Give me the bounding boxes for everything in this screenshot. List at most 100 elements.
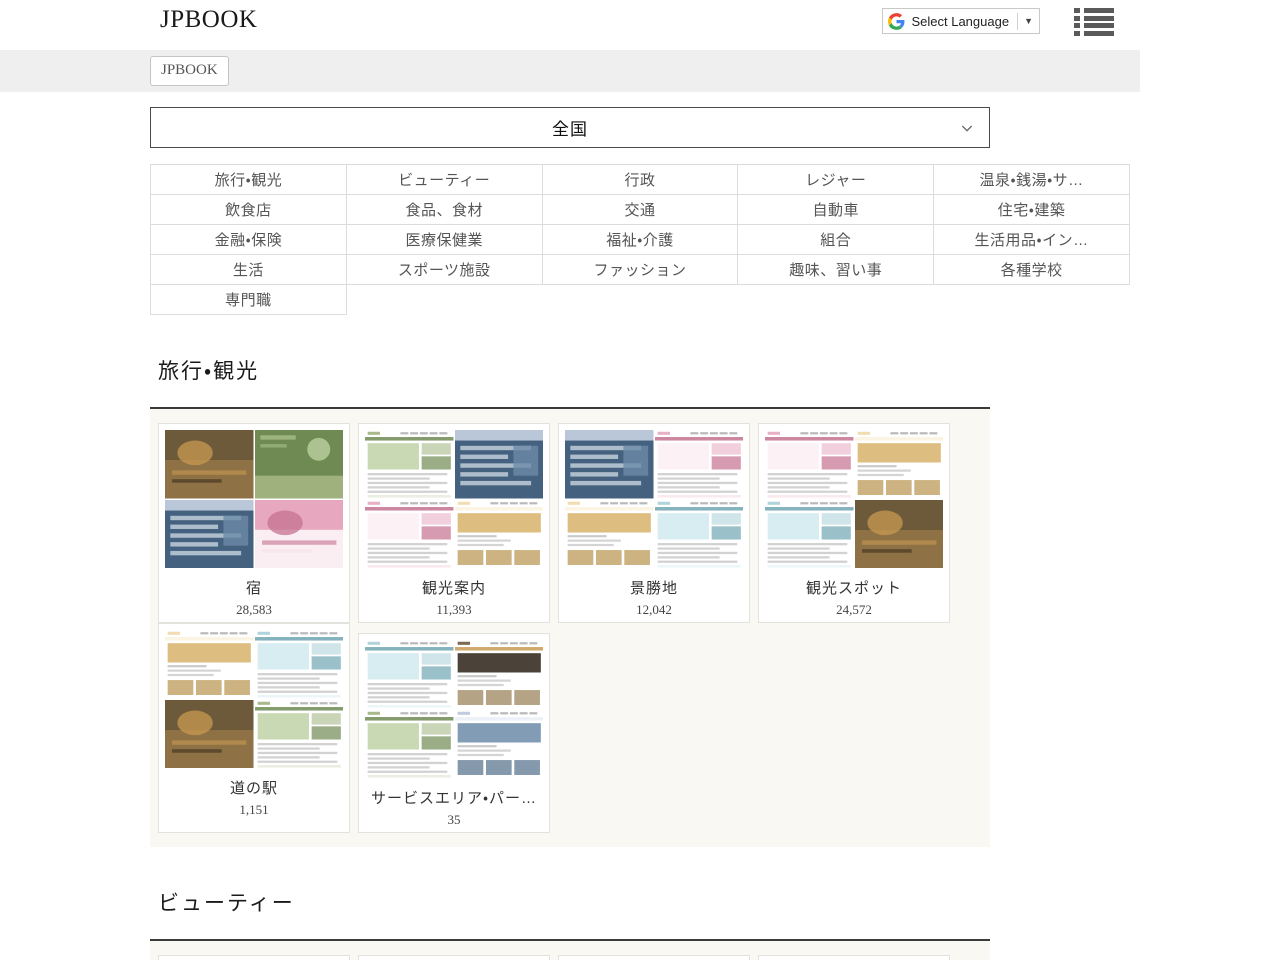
card-thumbnail: [365, 430, 543, 568]
category-cell[interactable]: 温泉・銭湯・サ…: [934, 165, 1130, 195]
category-cell-empty: [934, 285, 1130, 315]
category-card[interactable]: 宿28,583: [158, 423, 350, 623]
category-card[interactable]: サービスエリア・パー…35: [358, 633, 550, 833]
category-cell[interactable]: 組合: [738, 225, 934, 255]
category-cell[interactable]: 生活: [151, 255, 347, 285]
thumbnail-website: [565, 500, 654, 569]
category-cell[interactable]: 飲食店: [151, 195, 347, 225]
category-cell[interactable]: スポーツ施設: [347, 255, 543, 285]
category-cell[interactable]: 自動車: [738, 195, 934, 225]
category-card[interactable]: 道の駅 1,151: [158, 623, 350, 833]
card-count: 35: [365, 812, 543, 828]
thumbnail-tile: [365, 430, 454, 499]
thumbnail-photo: [455, 430, 544, 499]
chevron-down-icon: [959, 120, 975, 136]
thumbnail-tile: [255, 430, 344, 499]
thumbnail-website: [455, 500, 544, 569]
region-select-value: 全国: [552, 115, 588, 140]
translate-label: Select Language: [911, 14, 1009, 29]
category-cell[interactable]: 金融・保険: [151, 225, 347, 255]
thumbnail-website: [365, 710, 454, 779]
thumbnail-photo: [165, 430, 254, 499]
menu-row: [1074, 31, 1114, 36]
category-cell[interactable]: 交通: [543, 195, 739, 225]
category-card[interactable]: [758, 955, 950, 960]
main-content: 全国 旅行・観光ビューティー行政レジャー温泉・銭湯・サ…飲食店食品、食材交通自動…: [0, 107, 1140, 960]
thumbnail-tile: [765, 500, 854, 569]
thumbnail-tile: [165, 500, 254, 569]
thumbnail-tile: [165, 630, 254, 699]
category-cell[interactable]: 専門職: [151, 285, 347, 315]
thumbnail-website: [255, 700, 344, 769]
card-count: 12,042: [565, 602, 743, 618]
thumbnail-tile: [365, 500, 454, 569]
category-section: 旅行・観光宿28,583観光案内11,393 景勝地 12,042 観光スポット 24,…: [150, 355, 990, 847]
category-card[interactable]: 観光スポット 24,572: [758, 423, 950, 623]
google-translate-widget[interactable]: Select Language ▼: [882, 8, 1040, 34]
card-thumbnail: [165, 430, 343, 568]
thumbnail-photo: [165, 700, 254, 769]
card-count: 24,572: [765, 602, 943, 618]
thumbnail-website: [655, 430, 744, 499]
thumbnail-tile: [455, 710, 544, 779]
menu-row: [1074, 16, 1114, 21]
thumbnail-tile: [455, 640, 544, 709]
card-title: 観光スポット: [765, 577, 943, 598]
category-cell[interactable]: 福祉・介護: [543, 225, 739, 255]
category-card[interactable]: [558, 955, 750, 960]
thumbnail-photo: [565, 430, 654, 499]
category-cell[interactable]: 食品、食材: [347, 195, 543, 225]
card-title: 景勝地: [565, 577, 743, 598]
thumbnail-website: [365, 430, 454, 499]
google-logo-icon: [888, 13, 905, 30]
category-section: ビューティー: [150, 887, 990, 960]
category-cell-empty: [347, 285, 543, 315]
section-title: ビューティー: [150, 887, 990, 917]
thumbnail-tile: [765, 430, 854, 499]
thumbnail-website: [365, 500, 454, 569]
category-cell-empty: [738, 285, 934, 315]
category-card[interactable]: [358, 955, 550, 960]
card-count: 1,151: [165, 802, 343, 818]
card-title: 観光案内: [365, 577, 543, 598]
thumbnail-tile: [165, 430, 254, 499]
category-cell-empty: [543, 285, 739, 315]
site-header: JPBOOK Select Language ▼: [0, 0, 1280, 50]
category-cell[interactable]: 旅行・観光: [151, 165, 347, 195]
category-cell[interactable]: レジャー: [738, 165, 934, 195]
thumbnail-tile: [255, 700, 344, 769]
card-title: 道の駅: [165, 777, 343, 798]
category-cell[interactable]: 趣味、習い事: [738, 255, 934, 285]
category-cell[interactable]: 住宅・建築: [934, 195, 1130, 225]
thumbnail-website: [255, 630, 344, 699]
site-brand[interactable]: JPBOOK: [160, 6, 257, 34]
list-menu-icon[interactable]: [1074, 6, 1114, 38]
category-cell[interactable]: ビューティー: [347, 165, 543, 195]
category-cell[interactable]: ファッション: [543, 255, 739, 285]
card-thumbnail: [165, 630, 343, 768]
category-cell[interactable]: 生活用品・イン…: [934, 225, 1130, 255]
breadcrumb-item-jpbook[interactable]: JPBOOK: [150, 56, 229, 86]
card-thumbnail: [365, 640, 543, 778]
category-cell[interactable]: 行政: [543, 165, 739, 195]
menu-row: [1074, 23, 1114, 28]
thumbnail-website: [365, 640, 454, 709]
category-cell[interactable]: 各種学校: [934, 255, 1130, 285]
category-table: 旅行・観光ビューティー行政レジャー温泉・銭湯・サ… 飲食店食品、食材交通自動車住宅…: [150, 164, 1130, 315]
thumbnail-tile: [365, 710, 454, 779]
category-card[interactable]: 景勝地 12,042: [558, 423, 750, 623]
thumbnail-tile: [365, 640, 454, 709]
thumbnail-website: [455, 640, 544, 709]
section-title: 旅行・観光: [150, 355, 990, 385]
category-cell[interactable]: 医療保健業: [347, 225, 543, 255]
category-card[interactable]: 観光案内11,393: [358, 423, 550, 623]
region-select[interactable]: 全国: [150, 107, 990, 148]
thumbnail-website: [655, 500, 744, 569]
chevron-down-icon[interactable]: ▼: [1024, 17, 1033, 26]
thumbnail-photo: [255, 500, 344, 569]
thumbnail-tile: [455, 500, 544, 569]
card-title: 宿: [165, 577, 343, 598]
thumbnail-tile: [165, 700, 254, 769]
thumbnail-tile: [255, 630, 344, 699]
category-card[interactable]: [158, 955, 350, 960]
